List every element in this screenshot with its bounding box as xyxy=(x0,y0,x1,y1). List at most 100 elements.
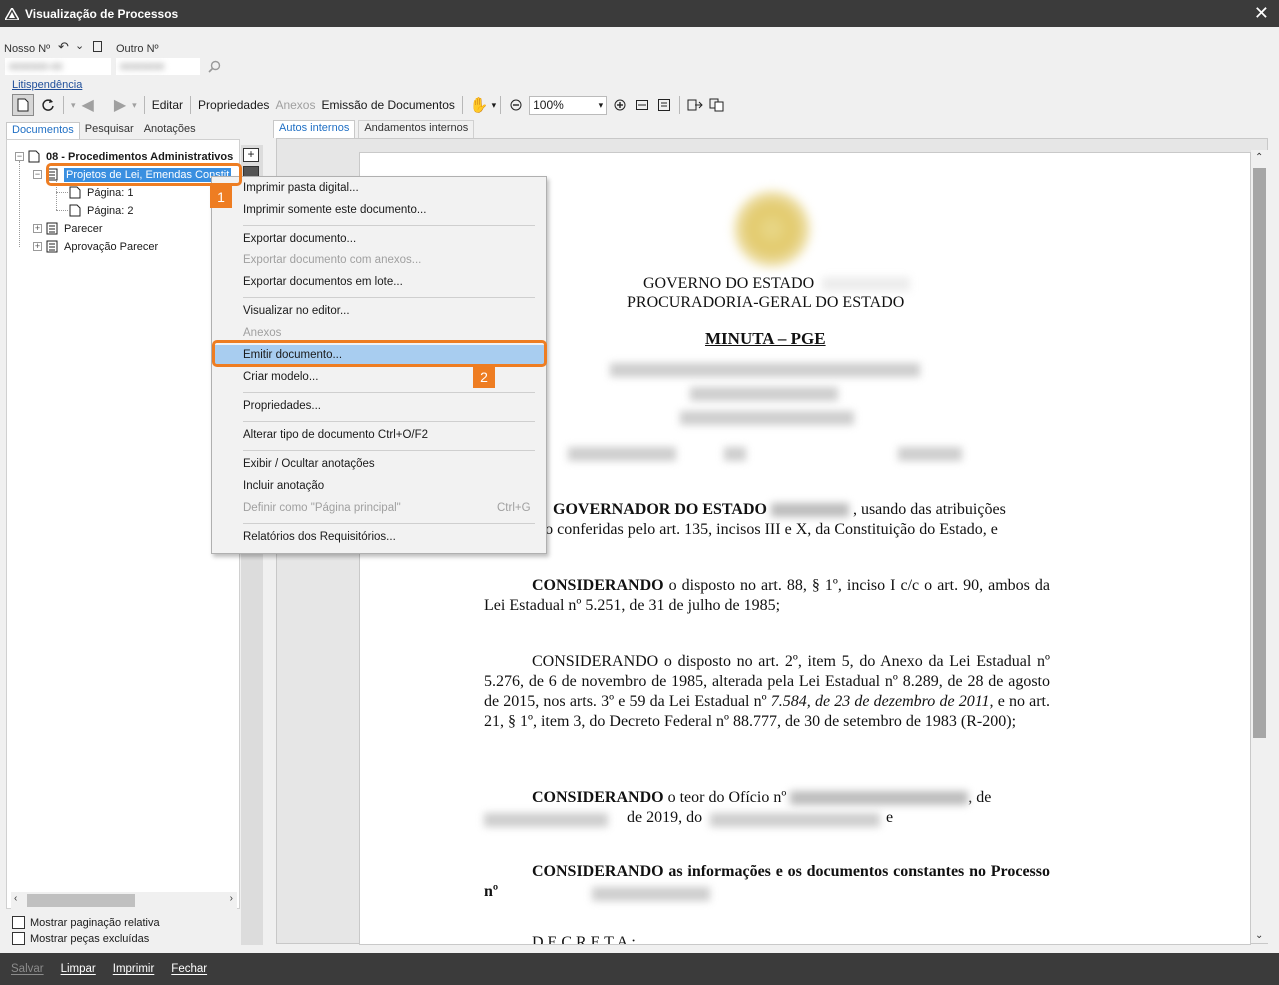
nosso-numero-label: Nosso Nº xyxy=(4,43,51,55)
gov-line-1: GOVERNO DO ESTADO xyxy=(643,275,815,292)
tree-item-page-1[interactable]: Página: 1 xyxy=(65,184,133,201)
imprimir-button[interactable]: Imprimir xyxy=(113,963,155,975)
collapse-icon[interactable]: − xyxy=(15,152,24,161)
limpar-button[interactable]: Limpar xyxy=(61,963,96,975)
history-dropdown-icon[interactable]: ▾ xyxy=(68,94,79,116)
tree-item-parecer[interactable]: + Parecer xyxy=(33,220,103,237)
zoom-select[interactable]: 100% ▾ xyxy=(529,95,608,115)
window-title: Visualização de Processos xyxy=(25,6,179,21)
hand-tool-icon[interactable]: ✋ xyxy=(467,94,492,116)
app-logo-icon xyxy=(5,7,19,20)
document-view-icon[interactable] xyxy=(12,94,34,116)
right-panel-tabs: Autos internos Andamentos internos xyxy=(273,120,475,138)
document-vertical-scrollbar[interactable]: ⌃ ⌄ xyxy=(1251,150,1268,943)
scrollbar-thumb[interactable] xyxy=(1253,168,1266,738)
anexos-button[interactable]: Anexos xyxy=(272,94,318,116)
refresh-icon[interactable] xyxy=(37,94,59,116)
menu-item-incluir-anotacao[interactable]: Incluir anotação xyxy=(243,477,324,495)
folder-document-icon xyxy=(28,150,40,163)
decreta-heading: D E C R E T A : xyxy=(532,934,636,945)
menu-item-exportar-lote[interactable]: Exportar documentos em lote... xyxy=(243,273,403,291)
tab-anotacoes[interactable]: Anotações xyxy=(139,122,201,140)
document-stack-icon xyxy=(46,222,58,235)
scrollbar-thumb[interactable] xyxy=(27,894,135,907)
paragraph-considerando-4: CONSIDERANDO as informações e os documen… xyxy=(484,863,1050,900)
tree-item-label: Página: 1 xyxy=(87,186,134,199)
menu-item-label: Definir como "Página principal" xyxy=(243,502,401,514)
menu-item-relatorios[interactable]: Relatórios dos Requisitórios... xyxy=(243,528,396,546)
previous-icon[interactable]: ◀ xyxy=(79,94,97,116)
next-dropdown-icon[interactable]: ▾ xyxy=(129,94,140,116)
next-icon[interactable]: ▶ xyxy=(111,94,129,116)
menu-item-exportar-documento[interactable]: Exportar documento... xyxy=(243,230,356,248)
export-icon[interactable] xyxy=(684,94,706,116)
tree-horizontal-scrollbar[interactable]: ‹ › xyxy=(11,892,237,909)
zoom-out-icon[interactable] xyxy=(505,94,527,116)
menu-item-visualizar-editor[interactable]: Visualizar no editor... xyxy=(243,302,350,320)
undo-icon[interactable]: ↶ xyxy=(58,39,69,55)
mostrar-excluidas-label: Mostrar peças excluídas xyxy=(30,932,150,945)
considerando-2-italic: 7.584, de 23 de dezembro de 2011, xyxy=(770,693,994,710)
tab-pesquisar[interactable]: Pesquisar xyxy=(80,122,139,140)
litispendencia-link[interactable]: Litispendência xyxy=(12,79,82,91)
propriedades-button[interactable]: Propriedades xyxy=(195,94,272,116)
expand-icon[interactable]: + xyxy=(33,224,42,233)
menu-item-criar-modelo[interactable]: Criar modelo... xyxy=(243,368,318,386)
menu-item-exibir-anotacoes[interactable]: Exibir / Ocultar anotações xyxy=(243,455,375,473)
nosso-numero-input[interactable]: 0000000-00 xyxy=(5,58,111,75)
mostrar-excluidas-checkbox[interactable] xyxy=(12,932,25,945)
menu-item-propriedades[interactable]: Propriedades... xyxy=(243,397,321,415)
zoom-value: 100% xyxy=(533,98,564,112)
mostrar-excluidas-option[interactable]: Mostrar peças excluídas xyxy=(12,932,149,945)
menu-item-imprimir-pasta[interactable]: Imprimir pasta digital... xyxy=(243,179,359,197)
mostrar-paginacao-option[interactable]: Mostrar paginação relativa xyxy=(12,916,160,929)
scroll-down-icon[interactable]: ⌄ xyxy=(1255,930,1263,941)
fit-page-icon[interactable] xyxy=(653,94,675,116)
tab-andamentos-internos[interactable]: Andamentos internos xyxy=(358,120,475,138)
page-icon xyxy=(69,186,81,199)
emissao-documentos-button[interactable]: Emissão de Documentos xyxy=(318,94,457,116)
salvar-button[interactable]: Salvar xyxy=(11,963,44,975)
scroll-right-icon[interactable]: › xyxy=(230,893,233,904)
document-tree: − 08 - Procedimentos Administrativos − P… xyxy=(6,139,240,909)
chevron-down-icon: ▾ xyxy=(598,99,604,110)
tab-documentos[interactable]: Documentos xyxy=(6,122,80,140)
zoom-in-icon[interactable] xyxy=(609,94,631,116)
outro-numero-input[interactable]: 00000000 xyxy=(116,58,200,75)
close-window-icon[interactable]: ✕ xyxy=(1254,3,1269,24)
tree-item-label: Parecer xyxy=(64,222,103,235)
chevron-down-icon[interactable]: ⌄ xyxy=(75,39,84,52)
mostrar-paginacao-checkbox[interactable] xyxy=(12,916,25,929)
tree-item-aprovacao-parecer[interactable]: + Aprovação Parecer xyxy=(33,238,158,255)
tree-item-label: Página: 2 xyxy=(87,204,134,217)
menu-item-definir-pagina-principal[interactable]: Definir como "Página principal" Ctrl+G xyxy=(243,499,543,517)
expand-icon[interactable]: + xyxy=(33,242,42,251)
left-panel-tabs: Documentos Pesquisar Anotações xyxy=(6,122,201,140)
search-icon[interactable] xyxy=(208,60,221,73)
considerando-3-line2: de 2019, do xyxy=(627,809,703,826)
outro-numero-label: Outro Nº xyxy=(116,43,159,55)
fit-width-icon[interactable] xyxy=(631,94,653,116)
fechar-button[interactable]: Fechar xyxy=(171,963,207,975)
paragraph-considerando-2: CONSIDERANDO o disposto no art. 2º, item… xyxy=(484,652,1050,732)
editar-button[interactable]: Editar xyxy=(149,94,186,116)
scroll-left-icon[interactable]: ‹ xyxy=(14,893,17,904)
add-icon[interactable]: + xyxy=(243,148,259,162)
mostrar-paginacao-label: Mostrar paginação relativa xyxy=(30,916,160,929)
menu-item-exportar-com-anexos[interactable]: Exportar documento com anexos... xyxy=(243,251,421,269)
paragraph-considerando-3: CONSIDERANDO o teor do Ofício nº , de xyxy=(484,788,1050,808)
hand-dropdown-icon[interactable]: ▾ xyxy=(492,94,497,116)
main-toolbar: ▾ ◀ ▶ ▾ Editar Propriedades Anexos Emiss… xyxy=(0,93,1279,117)
menu-item-imprimir-documento[interactable]: Imprimir somente este documento... xyxy=(243,201,426,219)
scroll-up-icon[interactable]: ⌃ xyxy=(1255,152,1263,163)
state-seal-icon xyxy=(734,191,810,267)
tree-item-page-2[interactable]: Página: 2 xyxy=(65,202,133,219)
bookmark-icon[interactable] xyxy=(93,41,102,52)
gov-line-2: PROCURADORIA-GERAL DO ESTADO xyxy=(627,294,905,311)
collapse-icon[interactable]: − xyxy=(33,170,42,179)
callout-badge-1: 1 xyxy=(210,186,232,208)
menu-item-alterar-tipo[interactable]: Alterar tipo de documento Ctrl+O/F2 xyxy=(243,426,428,444)
copy-icon[interactable] xyxy=(706,94,728,116)
tab-autos-internos[interactable]: Autos internos xyxy=(273,120,356,138)
governador-heading: GOVERNADOR DO ESTADO xyxy=(553,501,767,518)
